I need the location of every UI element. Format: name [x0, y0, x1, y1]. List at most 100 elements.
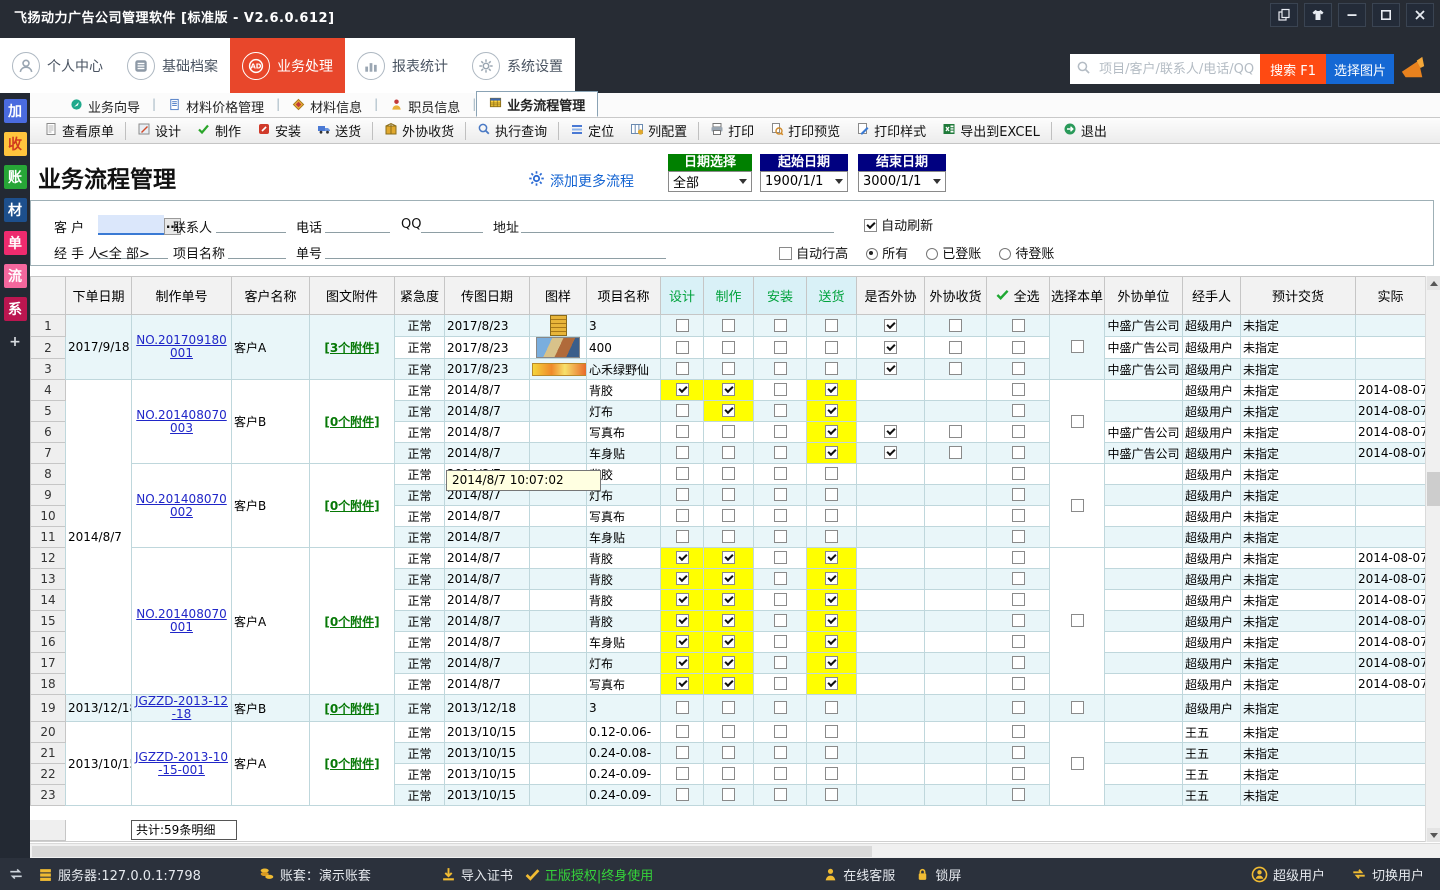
- install-checkbox[interactable]: [774, 593, 787, 606]
- outsourced-checkbox[interactable]: [884, 425, 897, 438]
- deliver-checkbox[interactable]: [825, 593, 838, 606]
- install-checkbox[interactable]: [774, 404, 787, 417]
- tab-材料价格管理[interactable]: 材料价格管理: [156, 95, 276, 117]
- install-checkbox[interactable]: [774, 656, 787, 669]
- select-all-checkbox[interactable]: [1012, 635, 1025, 648]
- select-all-checkbox[interactable]: [1012, 362, 1025, 375]
- tab-材料信息[interactable]: 材料信息: [280, 95, 374, 117]
- attachments-link[interactable]: [0个附件]: [324, 702, 379, 716]
- toolbar-外协收货[interactable]: 外协收货: [376, 118, 462, 143]
- install-checkbox[interactable]: [774, 701, 787, 714]
- col-header-是否外协[interactable]: 是否外协: [857, 277, 925, 315]
- install-checkbox[interactable]: [774, 383, 787, 396]
- make-checkbox[interactable]: [722, 593, 735, 606]
- deliver-checkbox[interactable]: [825, 509, 838, 522]
- radio-icon[interactable]: [866, 248, 878, 260]
- sidebar-quick-流[interactable]: 流: [4, 264, 27, 288]
- deliver-checkbox[interactable]: [825, 614, 838, 627]
- make-checkbox[interactable]: [722, 746, 735, 759]
- outsource-recv-checkbox[interactable]: [949, 319, 962, 332]
- module-tab-系统设置[interactable]: 系统设置: [460, 38, 575, 93]
- attachments-link[interactable]: [3个附件]: [324, 341, 379, 355]
- deliver-checkbox[interactable]: [825, 767, 838, 780]
- make-checkbox[interactable]: [722, 446, 735, 459]
- make-checkbox[interactable]: [722, 635, 735, 648]
- make-checkbox[interactable]: [722, 725, 735, 738]
- deliver-checkbox[interactable]: [825, 677, 838, 690]
- install-checkbox[interactable]: [774, 725, 787, 738]
- horizontal-scroll-thumb[interactable]: [32, 846, 872, 857]
- select-order-checkbox[interactable]: [1071, 614, 1084, 627]
- make-checkbox[interactable]: [722, 701, 735, 714]
- col-header-制作[interactable]: 制作: [704, 277, 754, 315]
- radio-已登账[interactable]: 已登账: [926, 247, 981, 262]
- select-all-checkbox[interactable]: [1012, 467, 1025, 480]
- col-header-制作单号[interactable]: 制作单号: [132, 277, 232, 315]
- col-header-图样[interactable]: 图样: [530, 277, 587, 315]
- sidebar-quick-材[interactable]: 材: [4, 198, 27, 222]
- col-header-外协单位[interactable]: 外协单位: [1105, 277, 1183, 315]
- deliver-checkbox[interactable]: [825, 530, 838, 543]
- select-order-checkbox[interactable]: [1071, 499, 1084, 512]
- design-checkbox[interactable]: [676, 446, 689, 459]
- phone-input[interactable]: [325, 217, 390, 233]
- toolbar-设计[interactable]: 设计: [129, 118, 189, 143]
- select-all-checkbox[interactable]: [1012, 725, 1025, 738]
- sidebar-quick-收[interactable]: 收: [4, 132, 27, 156]
- toolbar-列配置[interactable]: 列配置: [622, 118, 695, 143]
- current-user[interactable]: 超级用户: [1251, 865, 1325, 884]
- radio-icon[interactable]: [926, 248, 938, 260]
- select-all-checkbox[interactable]: [1012, 551, 1025, 564]
- attachments-link[interactable]: [0个附件]: [324, 499, 379, 513]
- select-all-checkbox[interactable]: [1012, 446, 1025, 459]
- tab-业务向导[interactable]: 业务向导: [58, 95, 152, 117]
- install-checkbox[interactable]: [774, 788, 787, 801]
- contact-input[interactable]: [216, 217, 286, 233]
- sidebar-quick-+[interactable]: +: [4, 330, 27, 354]
- make-checkbox[interactable]: [722, 425, 735, 438]
- make-checkbox[interactable]: [722, 362, 735, 375]
- col-header-图文附件[interactable]: 图文附件: [310, 277, 395, 315]
- deliver-checkbox[interactable]: [825, 788, 838, 801]
- outsourced-checkbox[interactable]: [884, 341, 897, 354]
- design-checkbox[interactable]: [676, 488, 689, 501]
- module-tab-业务处理[interactable]: AD业务处理: [230, 38, 345, 93]
- outsourced-checkbox[interactable]: [884, 319, 897, 332]
- design-checkbox[interactable]: [676, 767, 689, 780]
- select-all-checkbox[interactable]: [1012, 572, 1025, 585]
- deliver-checkbox[interactable]: [825, 746, 838, 759]
- make-checkbox[interactable]: [722, 656, 735, 669]
- col-header-实际[interactable]: 实际: [1356, 277, 1426, 315]
- copy-icon[interactable]: [1270, 3, 1298, 27]
- make-checkbox[interactable]: [722, 677, 735, 690]
- install-checkbox[interactable]: [774, 319, 787, 332]
- col-header-客户名称[interactable]: 客户名称: [232, 277, 310, 315]
- design-checkbox[interactable]: [676, 788, 689, 801]
- toolbar-安装[interactable]: 安装: [249, 118, 309, 143]
- select-all-checkbox[interactable]: [1012, 404, 1025, 417]
- select-all-checkbox[interactable]: [1012, 614, 1025, 627]
- install-checkbox[interactable]: [774, 677, 787, 690]
- select-order-checkbox[interactable]: [1071, 415, 1084, 428]
- select-all-checkbox[interactable]: [1012, 656, 1025, 669]
- make-checkbox[interactable]: [722, 488, 735, 501]
- scroll-up-icon[interactable]: [1427, 276, 1440, 290]
- deliver-checkbox[interactable]: [825, 656, 838, 669]
- sample-thumbnail[interactable]: [536, 337, 580, 358]
- select-order-checkbox[interactable]: [1071, 757, 1084, 770]
- install-checkbox[interactable]: [774, 767, 787, 780]
- select-order-checkbox[interactable]: [1071, 340, 1084, 353]
- col-header-安装[interactable]: 安装: [754, 277, 807, 315]
- design-checkbox[interactable]: [676, 383, 689, 396]
- module-tab-基础档案[interactable]: 基础档案: [115, 38, 230, 93]
- col-header-紧急度[interactable]: 紧急度: [395, 277, 445, 315]
- design-checkbox[interactable]: [676, 701, 689, 714]
- search-button[interactable]: 搜索 F1: [1260, 54, 1326, 84]
- deliver-checkbox[interactable]: [825, 701, 838, 714]
- radio-所有[interactable]: 所有: [866, 247, 908, 262]
- col-header-下单日期[interactable]: 下单日期: [66, 277, 132, 315]
- search-input[interactable]: [1097, 61, 1261, 78]
- design-checkbox[interactable]: [676, 341, 689, 354]
- design-checkbox[interactable]: [676, 509, 689, 522]
- make-checkbox[interactable]: [722, 509, 735, 522]
